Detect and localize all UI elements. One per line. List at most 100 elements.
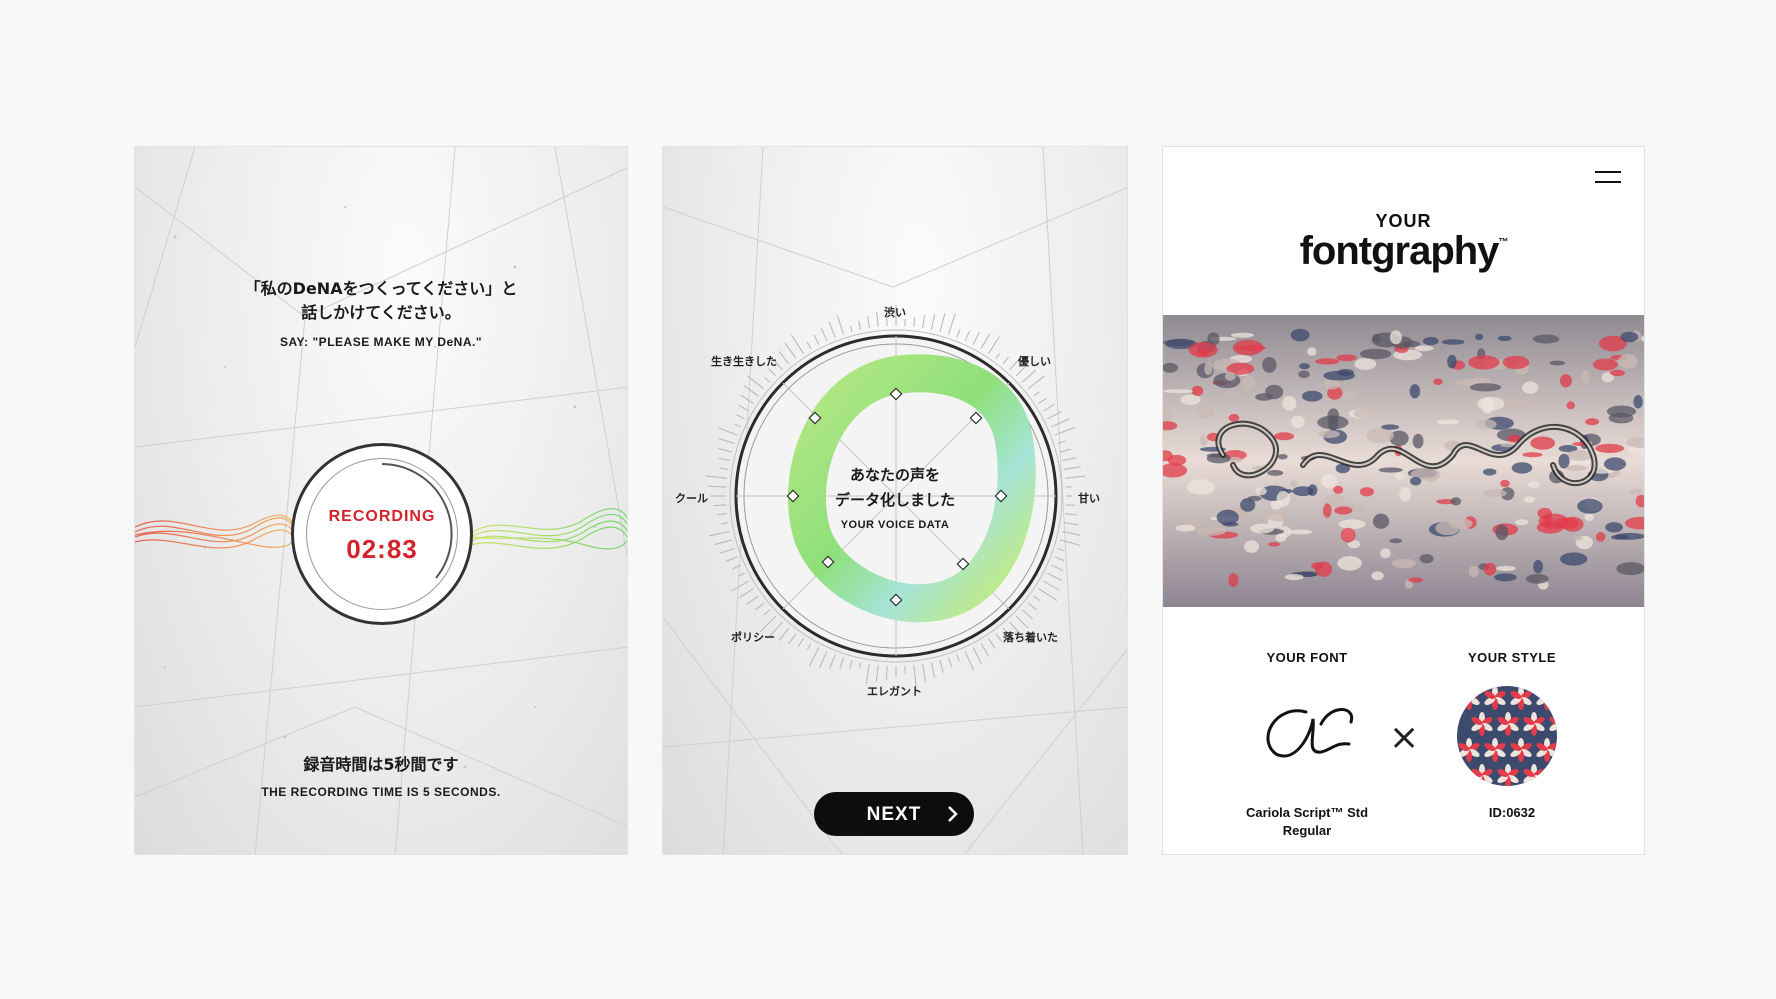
texture-fleck: [1566, 401, 1575, 410]
texture-fleck: [1412, 433, 1424, 449]
texture-fleck: [1577, 498, 1603, 514]
texture-fleck: [1533, 559, 1544, 574]
texture-fleck: [1247, 495, 1262, 502]
recording-indicator[interactable]: RECORDING 02:83: [291, 443, 473, 625]
texture-fleck: [1337, 556, 1362, 571]
texture-fleck: [1199, 435, 1208, 446]
dial-tick: [988, 336, 1000, 354]
texture-fleck: [1196, 405, 1215, 418]
texture-fleck: [1206, 453, 1231, 464]
dial-tick: [709, 530, 730, 537]
dial-tick: [819, 651, 828, 668]
texture-fleck: [1566, 464, 1587, 472]
texture-fleck: [1422, 337, 1439, 346]
dial-tick: [948, 657, 953, 668]
texture-fleck: [1324, 379, 1341, 390]
dial-tick: [1054, 556, 1065, 561]
texture-fleck: [1285, 574, 1304, 581]
dial-tick: [719, 548, 735, 554]
texture-fleck: [1354, 358, 1377, 370]
texture-fleck: [1301, 390, 1323, 402]
dial-tick: [1002, 356, 1010, 365]
dial-tick: [875, 665, 879, 683]
hamburger-menu-icon[interactable]: [1595, 171, 1621, 185]
texture-fleck: [1241, 375, 1257, 391]
dial-tick: [948, 313, 956, 335]
texture-fleck: [1502, 355, 1530, 370]
pattern-petal: [1557, 724, 1558, 736]
style-pattern-swatch[interactable]: [1456, 685, 1558, 787]
texture-fleck: [1180, 394, 1201, 405]
dial-label-bottom: エレガント: [867, 685, 922, 698]
texture-fleck: [1494, 573, 1517, 582]
dial-tick: [740, 394, 754, 404]
texture-fleck: [1483, 562, 1497, 576]
dial-tick: [707, 485, 727, 488]
texture-fleck: [1474, 333, 1484, 340]
dial-tick: [964, 651, 975, 671]
texture-fleck: [1359, 487, 1374, 497]
next-button[interactable]: NEXT: [814, 792, 974, 836]
texture-fleck: [1342, 390, 1359, 406]
texture-fleck: [1333, 485, 1344, 494]
texture-fleck: [1288, 529, 1313, 535]
dial-tick: [784, 342, 797, 359]
texture-fleck: [1391, 558, 1416, 569]
pattern-petal: [1546, 691, 1557, 699]
dial-tick: [718, 457, 730, 462]
dial-label-top: 渋い: [884, 306, 906, 319]
texture-fleck: [1224, 371, 1236, 381]
texture-fleck: [1573, 536, 1584, 541]
texture-fleck: [1522, 381, 1539, 394]
pattern-petal: [1544, 698, 1550, 710]
dial-tick: [717, 437, 735, 444]
style-column-title: YOUR STYLE: [1467, 650, 1557, 665]
dial-label-top-right: 優しい: [1018, 355, 1051, 368]
dial-tick: [738, 572, 745, 577]
pattern-petal: [1466, 698, 1472, 710]
texture-fleck: [1525, 574, 1549, 584]
texture-fleck: [1620, 331, 1639, 343]
texture-fleck: [1188, 342, 1218, 358]
dial-tick: [858, 320, 862, 330]
texture-fleck: [1441, 339, 1465, 345]
pattern-petal: [1549, 775, 1557, 783]
dial-tick: [930, 662, 936, 679]
dial-tick: [956, 654, 960, 662]
dial-tick: [807, 642, 812, 650]
texture-fleck: [1528, 480, 1540, 489]
texture-fleck: [1532, 334, 1560, 344]
voice-center-jp-line1: あなたの声を: [849, 466, 940, 484]
pattern-petal: [1544, 686, 1550, 698]
texture-fleck: [1408, 577, 1424, 583]
dial-tick: [714, 539, 732, 546]
dial-tick: [1042, 580, 1060, 591]
dial-tick: [972, 647, 982, 664]
texture-fleck: [1628, 488, 1643, 496]
texture-fleck: [1359, 348, 1392, 360]
texture-fleck: [1476, 419, 1497, 430]
dial-tick: [1047, 572, 1062, 581]
dial-tick: [885, 665, 888, 680]
texture-fleck: [1236, 345, 1266, 351]
dial-tick: [731, 580, 750, 592]
texture-fleck: [1380, 548, 1391, 559]
dial-tick: [828, 321, 836, 338]
recording-timer: 02:83: [346, 534, 418, 564]
dial-tick: [1062, 457, 1077, 462]
dial-tick: [876, 311, 879, 327]
dial-tick: [1054, 426, 1076, 436]
times-symbol: ×: [1389, 717, 1420, 758]
texture-fleck: [1222, 522, 1239, 527]
dial-tick: [1009, 360, 1019, 370]
texture-fleck: [1433, 378, 1443, 385]
dial-tick: [716, 513, 727, 516]
dial-tick: [813, 334, 820, 345]
texture-fleck: [1317, 415, 1349, 430]
texture-fleck: [1450, 497, 1462, 506]
dial-tick: [964, 330, 971, 341]
dial-tick: [1015, 615, 1029, 629]
dial-tick: [865, 663, 870, 684]
recording-status: RECORDING: [328, 508, 436, 525]
texture-fleck: [1338, 519, 1366, 530]
